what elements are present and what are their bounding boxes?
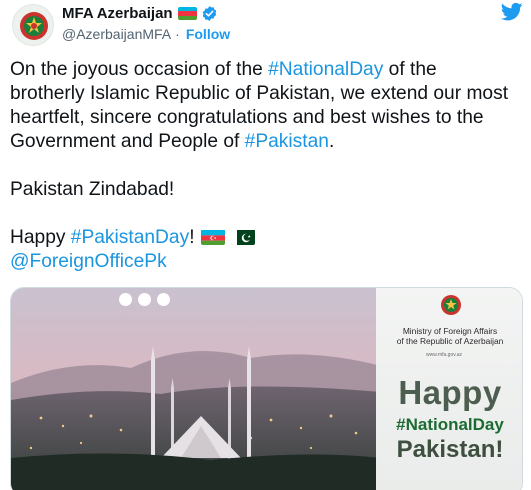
tweet-text-segment: . <box>328 131 335 152</box>
follow-button[interactable]: Follow <box>186 26 230 42</box>
tweet-line: brotherly Islamic Republic of Pakistan, … <box>10 83 509 104</box>
azerbaijan-flag-icon <box>200 229 225 245</box>
tweet-line: Happy #PakistanDay! <box>10 226 525 250</box>
tweet-line: heartfelt, sincere congratulations and b… <box>10 107 484 128</box>
hashtag-pakistan-link[interactable]: #Pakistan <box>245 131 329 152</box>
faisal-mosque-photo <box>11 288 381 490</box>
tweet-line: On the joyous occasion of the #NationalD… <box>10 58 525 82</box>
verified-badge-icon <box>202 6 216 21</box>
hashtag-national-day-link[interactable]: #NationalDay <box>268 59 383 80</box>
national-day-hashtag: #NationalDay <box>396 415 504 434</box>
tweet-text-segment: of the <box>383 59 437 80</box>
ministry-caption: Ministry of Foreign Affairs of the Repub… <box>376 326 522 346</box>
website-caption: www.mfa.gov.az <box>426 352 463 358</box>
tweet-text-segment: Government and People of <box>10 131 245 152</box>
greeting-panel: Ministry of Foreign Affairs of the Repub… <box>376 288 522 490</box>
tweet-body: On the joyous occasion of the #NationalD… <box>10 58 525 274</box>
happy-heading: Happy <box>398 374 502 411</box>
avatar[interactable] <box>12 4 54 46</box>
twitter-bird-icon[interactable] <box>501 2 523 22</box>
tweet-line: Pakistan Zindabad! <box>10 179 175 200</box>
tweet-header: MFA Azerbaijan @AzerbaijanMFA · Follow <box>8 2 523 48</box>
carousel-dot <box>138 293 151 306</box>
hashtag-pakistan-day-link[interactable]: #PakistanDay <box>71 227 189 248</box>
tweet-line: @ForeignOfficePk <box>10 250 525 274</box>
tweet-media-card[interactable]: Ministry of Foreign Affairs of the Repub… <box>10 287 523 490</box>
pakistan-flag-icon <box>230 229 255 245</box>
display-name[interactable]: MFA Azerbaijan <box>62 5 173 22</box>
azerbaijan-flag-icon <box>177 7 197 20</box>
carousel-dot <box>119 293 132 306</box>
mfa-emblem-icon <box>441 295 461 315</box>
ministry-line-2: of the Republic of Azerbaijan <box>396 336 504 346</box>
separator: · <box>175 26 180 42</box>
tweet-text-segment: ! <box>189 227 195 248</box>
pakistan-heading: Pakistan! <box>396 436 504 463</box>
tweet-text-segment: On the joyous occasion of the <box>10 59 269 80</box>
carousel-dots <box>119 293 170 306</box>
tweet-line: Government and People of #Pakistan. <box>10 130 525 154</box>
mfa-emblem-icon <box>20 12 48 40</box>
tweet-text-segment: Happy <box>10 227 71 248</box>
carousel-dot <box>157 293 170 306</box>
account-handle[interactable]: @AzerbaijanMFA <box>62 26 171 42</box>
mention-foreign-office-link[interactable]: @ForeignOfficePk <box>10 251 167 272</box>
ministry-line-1: Ministry of Foreign Affairs <box>402 326 498 336</box>
